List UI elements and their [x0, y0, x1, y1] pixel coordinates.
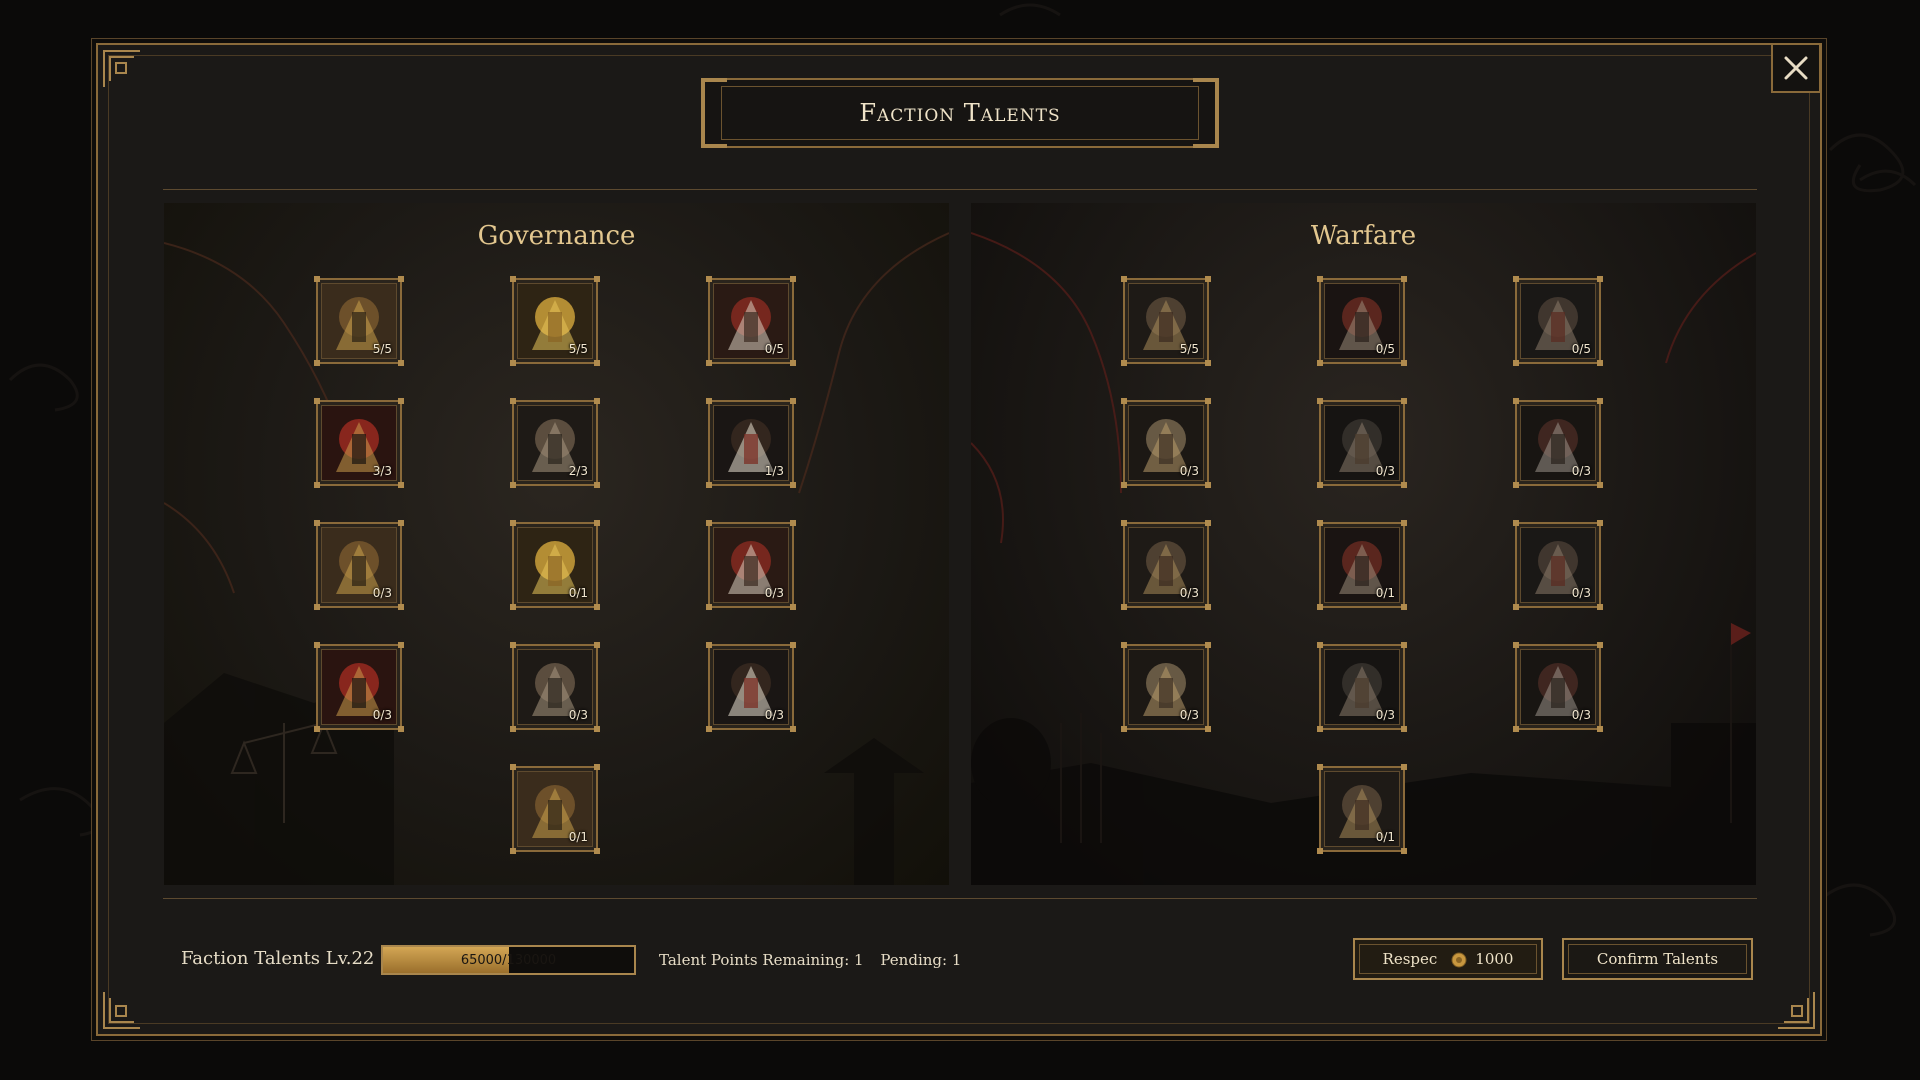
- talent-node[interactable]: 3/3: [314, 398, 404, 488]
- talent-node[interactable]: 5/5: [314, 276, 404, 366]
- talent-node[interactable]: 0/3: [314, 642, 404, 732]
- title-banner: Faction Talents: [701, 78, 1219, 148]
- talent-level: 0/3: [372, 586, 392, 600]
- corner-ornament-icon: [1778, 992, 1815, 1029]
- coin-icon: [1451, 952, 1467, 968]
- respec-label: Respec: [1382, 950, 1438, 968]
- talent-node[interactable]: 2/3: [510, 398, 600, 488]
- confirm-talents-button[interactable]: Confirm Talents: [1562, 938, 1753, 980]
- top-divider: [163, 189, 1757, 190]
- experience-progress-bar: 65000/130000: [381, 945, 636, 975]
- talent-node[interactable]: 0/1: [510, 520, 600, 610]
- talent-level: 0/3: [1179, 464, 1199, 478]
- governance-panel: Governance 5/5 5/5 0/5 3/3 2/3 1/3 0/3 0/1 0/3 0/…: [164, 203, 949, 885]
- talent-level: 0/1: [1375, 586, 1395, 600]
- talent-level: 0/3: [372, 708, 392, 722]
- talent-level: 5/5: [372, 342, 392, 356]
- talent-node[interactable]: 0/3: [1121, 398, 1211, 488]
- talent-level: 0/1: [1375, 830, 1395, 844]
- talent-level: 0/3: [1375, 464, 1395, 478]
- talent-level: 5/5: [568, 342, 588, 356]
- talent-node[interactable]: 0/1: [1317, 764, 1407, 854]
- talent-level: 0/3: [1571, 586, 1591, 600]
- talent-node[interactable]: 0/3: [1317, 398, 1407, 488]
- talent-node[interactable]: 0/1: [1317, 520, 1407, 610]
- respec-button[interactable]: Respec 1000: [1353, 938, 1543, 980]
- close-icon: [1784, 56, 1808, 80]
- talent-level: 0/3: [1571, 708, 1591, 722]
- progress-text: 65000/130000: [460, 952, 557, 968]
- talent-level: 0/3: [1571, 464, 1591, 478]
- governance-title: Governance: [477, 221, 636, 251]
- corner-ornament-icon: [103, 992, 140, 1029]
- talent-node[interactable]: 0/5: [706, 276, 796, 366]
- points-remaining: Talent Points Remaining: 1: [659, 951, 864, 969]
- talent-level: 0/1: [568, 586, 588, 600]
- confirm-label: Confirm Talents: [1596, 950, 1719, 968]
- talent-level: 5/5: [1179, 342, 1199, 356]
- talent-node[interactable]: 0/1: [510, 764, 600, 854]
- talent-node[interactable]: 0/3: [1513, 642, 1603, 732]
- close-button[interactable]: [1771, 43, 1821, 93]
- warfare-title: Warfare: [1310, 221, 1417, 251]
- page-title: Faction Talents: [859, 99, 1061, 127]
- talent-node[interactable]: 0/3: [314, 520, 404, 610]
- respec-cost: 1000: [1475, 950, 1514, 968]
- talent-level: 0/5: [1375, 342, 1395, 356]
- talent-level: 0/3: [568, 708, 588, 722]
- talent-level: 0/3: [1179, 708, 1199, 722]
- talent-node[interactable]: 0/3: [1317, 642, 1407, 732]
- talent-node[interactable]: 0/5: [1317, 276, 1407, 366]
- talent-level: 0/5: [764, 342, 784, 356]
- talent-node[interactable]: 0/3: [706, 520, 796, 610]
- faction-level-label: Faction Talents Lv.22: [181, 948, 375, 969]
- talent-node[interactable]: 5/5: [510, 276, 600, 366]
- talent-level: 0/1: [568, 830, 588, 844]
- talent-level: 1/3: [764, 464, 784, 478]
- talent-node[interactable]: 5/5: [1121, 276, 1211, 366]
- talent-level: 2/3: [568, 464, 588, 478]
- talent-node[interactable]: 0/3: [1513, 520, 1603, 610]
- points-pending: Pending: 1: [880, 951, 962, 969]
- talent-node[interactable]: 0/3: [1121, 642, 1211, 732]
- talent-node[interactable]: 0/3: [510, 642, 600, 732]
- talent-node[interactable]: 0/5: [1513, 276, 1603, 366]
- talent-level: 3/3: [372, 464, 392, 478]
- bottom-divider: [163, 898, 1757, 899]
- talent-level: 0/3: [764, 586, 784, 600]
- warfare-panel: Warfare 5/5 0/5 0/5 0/3 0/3 0/3 0/3 0/1 0/3 0/3 0/…: [971, 203, 1756, 885]
- talent-level: 0/5: [1571, 342, 1591, 356]
- talent-level: 0/3: [1179, 586, 1199, 600]
- talent-node[interactable]: 0/3: [1121, 520, 1211, 610]
- talent-level: 0/3: [1375, 708, 1395, 722]
- corner-ornament-icon: [103, 50, 140, 87]
- talent-node[interactable]: 0/3: [1513, 398, 1603, 488]
- talent-level: 0/3: [764, 708, 784, 722]
- talent-node[interactable]: 0/3: [706, 642, 796, 732]
- talent-points-info: Talent Points Remaining: 1 Pending: 1: [659, 951, 961, 969]
- talent-node[interactable]: 1/3: [706, 398, 796, 488]
